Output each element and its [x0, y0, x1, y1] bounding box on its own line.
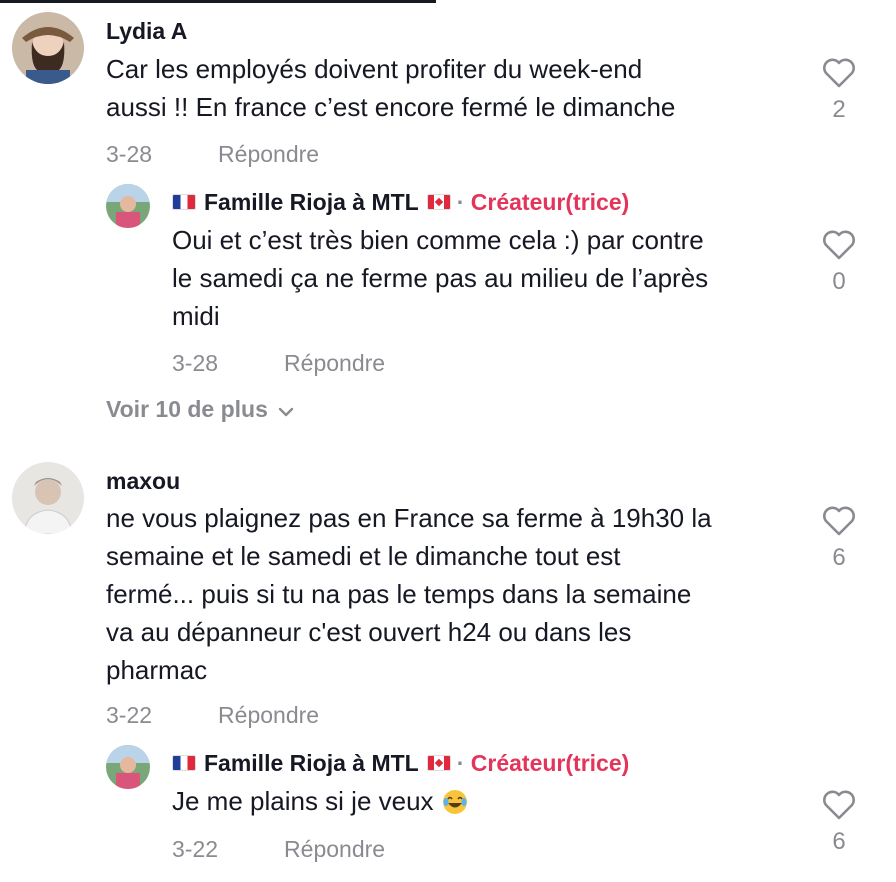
- comment-line: Je me plains si je veux: [172, 786, 434, 816]
- comment-line: Car les employés doivent profiter du wee…: [106, 54, 643, 84]
- comment-text: ne vous plaignez pas en France sa ferme …: [106, 499, 712, 689]
- comment-text: Car les employés doivent profiter du wee…: [106, 50, 675, 126]
- comment-meta: 3-22 Répondre: [172, 836, 385, 863]
- reply-button[interactable]: Répondre: [218, 702, 319, 728]
- like-count: 0: [832, 268, 846, 295]
- comment-line: Oui et c’est très bien comme cela :) par…: [172, 225, 704, 255]
- avatar[interactable]: [106, 745, 150, 789]
- like-count: 6: [832, 544, 846, 571]
- comment-line: semaine et le samedi et le dimanche tout…: [106, 541, 621, 571]
- comment-meta: 3-28 Répondre: [106, 141, 319, 168]
- heart-icon: [823, 58, 855, 88]
- view-more-label: Voir 10 de plus: [106, 396, 268, 422]
- top-progress-bar: [0, 0, 436, 3]
- reply-button[interactable]: Répondre: [218, 141, 319, 167]
- france-flag-icon: [172, 754, 196, 771]
- heart-icon: [823, 506, 855, 536]
- comment-line: midi: [172, 301, 220, 331]
- avatar[interactable]: [12, 462, 84, 534]
- heart-icon: [823, 230, 855, 260]
- comment-date: 3-28: [172, 350, 219, 376]
- like-button[interactable]: 2: [819, 58, 859, 124]
- separator-dot: ·: [456, 750, 465, 776]
- username-text[interactable]: Famille Rioja à MTL: [204, 750, 419, 776]
- like-button[interactable]: 0: [819, 230, 859, 296]
- separator-dot: ·: [456, 189, 465, 215]
- view-more-replies-button[interactable]: Voir 10 de plus: [106, 396, 294, 423]
- canada-flag-icon: [426, 193, 451, 210]
- comment-meta: 3-22 Répondre: [106, 702, 319, 729]
- comment-date: 3-22: [172, 836, 219, 862]
- comment-line: ne vous plaignez pas en France sa ferme …: [106, 503, 712, 533]
- like-count: 6: [832, 828, 846, 855]
- comment-text: Je me plains si je veux: [172, 782, 468, 820]
- comment-username[interactable]: Lydia A: [106, 18, 187, 45]
- france-flag-icon: [172, 193, 196, 210]
- comment-line: aussi !! En france c’est encore fermé le…: [106, 92, 676, 122]
- comment-meta: 3-28 Répondre: [172, 350, 385, 377]
- like-button[interactable]: 6: [819, 790, 859, 856]
- comment-username: Famille Rioja à MTL · Créateur(trice): [172, 189, 629, 216]
- chevron-down-icon: [278, 396, 294, 423]
- comment-line: pharmac: [106, 655, 208, 685]
- comment-line: va au dépanneur c'est ouvert h24 ou dans…: [106, 617, 632, 647]
- like-button[interactable]: 6: [819, 506, 859, 572]
- like-count: 2: [832, 96, 846, 123]
- creator-badge: Créateur(trice): [470, 750, 630, 776]
- reply-button[interactable]: Répondre: [284, 836, 385, 862]
- comment-date: 3-22: [106, 702, 153, 728]
- comment-line: le samedi ça ne ferme pas au milieu de l…: [172, 263, 709, 293]
- canada-flag-icon: [426, 754, 451, 771]
- creator-badge: Créateur(trice): [470, 189, 630, 215]
- comment-username: Famille Rioja à MTL · Créateur(trice): [172, 750, 629, 777]
- avatar[interactable]: [106, 184, 150, 228]
- heart-icon: [823, 790, 855, 820]
- username-text[interactable]: Famille Rioja à MTL: [204, 189, 419, 215]
- reply-button[interactable]: Répondre: [284, 350, 385, 376]
- avatar[interactable]: [12, 12, 84, 84]
- face-with-tears-of-joy-icon: [442, 787, 468, 815]
- comment-date: 3-28: [106, 141, 153, 167]
- comment-text: Oui et c’est très bien comme cela :) par…: [172, 221, 708, 335]
- comment-username[interactable]: maxou: [106, 468, 180, 495]
- comment-line: fermé... puis si tu na pas le temps dans…: [106, 579, 692, 609]
